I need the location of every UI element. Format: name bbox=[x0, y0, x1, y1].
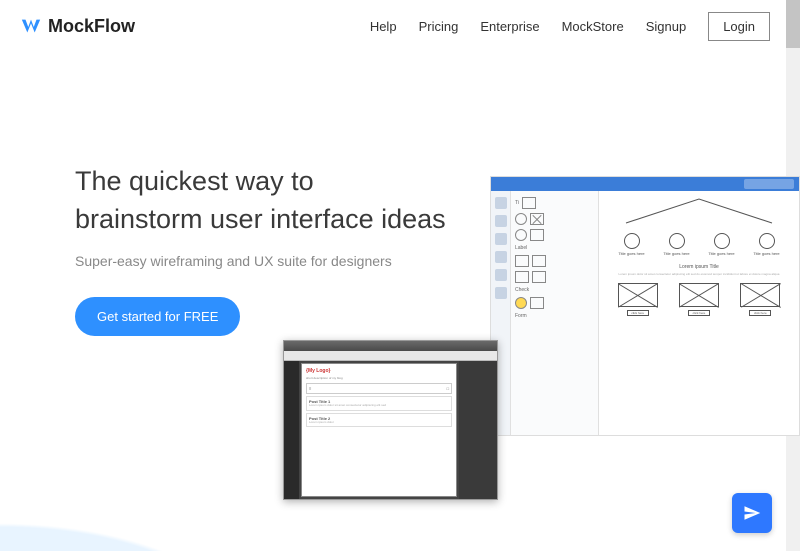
mockup-left-tools bbox=[284, 361, 299, 499]
hero-title-line2: brainstorm user interface ideas bbox=[75, 204, 446, 234]
hero-title-line1: The quickest way to bbox=[75, 166, 314, 196]
mockup-properties-panel bbox=[459, 361, 497, 499]
header: MockFlow Help Pricing Enterprise MockSto… bbox=[0, 0, 800, 53]
logo[interactable]: MockFlow bbox=[20, 16, 135, 38]
mockup-urlbar bbox=[284, 351, 497, 361]
nav-mockstore[interactable]: MockStore bbox=[562, 19, 624, 34]
paper-plane-icon bbox=[743, 504, 761, 522]
logo-icon bbox=[20, 16, 42, 38]
mockup-canvas: Title goes here Title goes here Title go… bbox=[599, 191, 799, 435]
nav-pricing[interactable]: Pricing bbox=[419, 19, 459, 34]
mockup-browser-window: {My Logo} short description of my blog ≡… bbox=[283, 340, 498, 500]
mockup-wireframe-app: Ti Label Check Form Title goes here Titl… bbox=[490, 176, 800, 436]
nav-help[interactable]: Help bbox=[370, 19, 397, 34]
mockup-lorem-title: Lorem ipsum Title bbox=[609, 264, 789, 270]
cta-button[interactable]: Get started for FREE bbox=[75, 297, 240, 336]
mockup-components-panel: Ti Label Check Form bbox=[511, 191, 599, 435]
mockup-page-content: {My Logo} short description of my blog ≡… bbox=[301, 363, 457, 497]
mockup-lorem-body: Lorem ipsum dolor sit amet consectetur a… bbox=[609, 273, 789, 277]
mockup-toolbar bbox=[491, 177, 799, 191]
nav: Help Pricing Enterprise MockStore Signup… bbox=[370, 12, 770, 41]
logo-text: MockFlow bbox=[48, 16, 135, 37]
mockup-titlebar bbox=[284, 341, 497, 351]
login-button[interactable]: Login bbox=[708, 12, 770, 41]
send-feedback-button[interactable] bbox=[732, 493, 772, 533]
nav-signup[interactable]: Signup bbox=[646, 19, 686, 34]
nav-enterprise[interactable]: Enterprise bbox=[480, 19, 539, 34]
scrollbar-thumb[interactable] bbox=[786, 0, 800, 48]
